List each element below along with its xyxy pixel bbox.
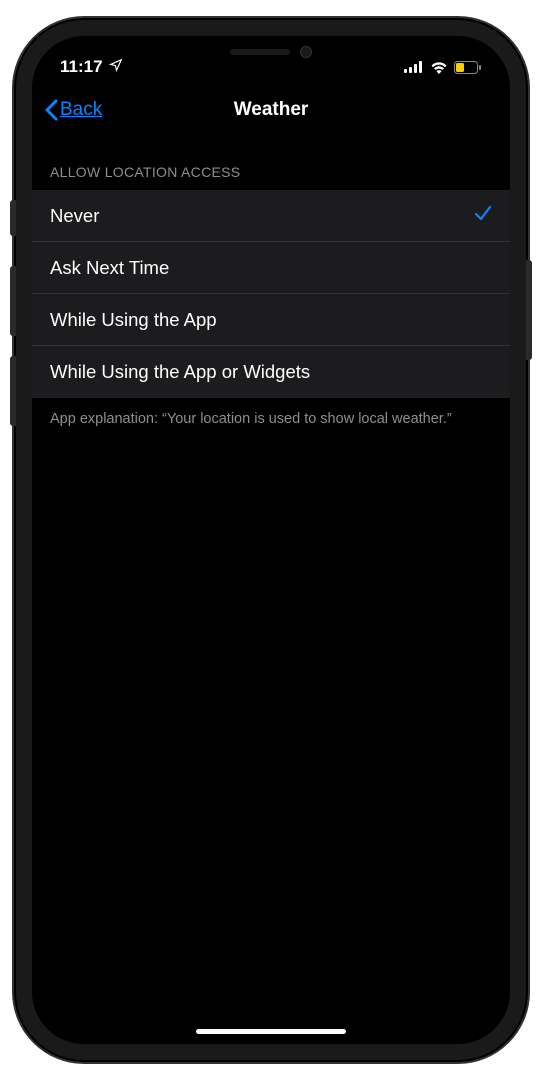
location-arrow-icon bbox=[109, 57, 123, 77]
back-button[interactable]: Back bbox=[44, 99, 102, 121]
section-footer: App explanation: “Your location is used … bbox=[32, 398, 510, 442]
location-access-options: Never Ask Next Time While Using the App … bbox=[32, 190, 510, 398]
back-label: Back bbox=[60, 99, 102, 121]
wifi-icon bbox=[430, 61, 448, 74]
option-label: Never bbox=[50, 205, 99, 227]
cellular-signal-icon bbox=[404, 61, 424, 73]
option-label: Ask Next Time bbox=[50, 257, 169, 279]
option-label: While Using the App or Widgets bbox=[50, 361, 310, 383]
option-never[interactable]: Never bbox=[32, 190, 510, 242]
device-side-buttons bbox=[10, 200, 16, 446]
nav-bar: Back Weather bbox=[32, 84, 510, 136]
checkmark-icon bbox=[474, 204, 492, 227]
battery-icon bbox=[454, 61, 482, 74]
screen: 11:17 bbox=[32, 36, 510, 1044]
nav-title: Weather bbox=[234, 99, 309, 121]
device-notch bbox=[161, 36, 381, 68]
option-while-using-app[interactable]: While Using the App bbox=[32, 294, 510, 346]
device-frame: 11:17 bbox=[16, 20, 526, 1060]
home-indicator[interactable] bbox=[196, 1029, 346, 1034]
status-time: 11:17 bbox=[60, 57, 103, 77]
chevron-left-icon bbox=[44, 99, 58, 121]
option-ask-next-time[interactable]: Ask Next Time bbox=[32, 242, 510, 294]
option-label: While Using the App bbox=[50, 309, 217, 331]
option-while-using-app-widgets[interactable]: While Using the App or Widgets bbox=[32, 346, 510, 398]
section-header: Allow Location Access bbox=[32, 164, 510, 190]
